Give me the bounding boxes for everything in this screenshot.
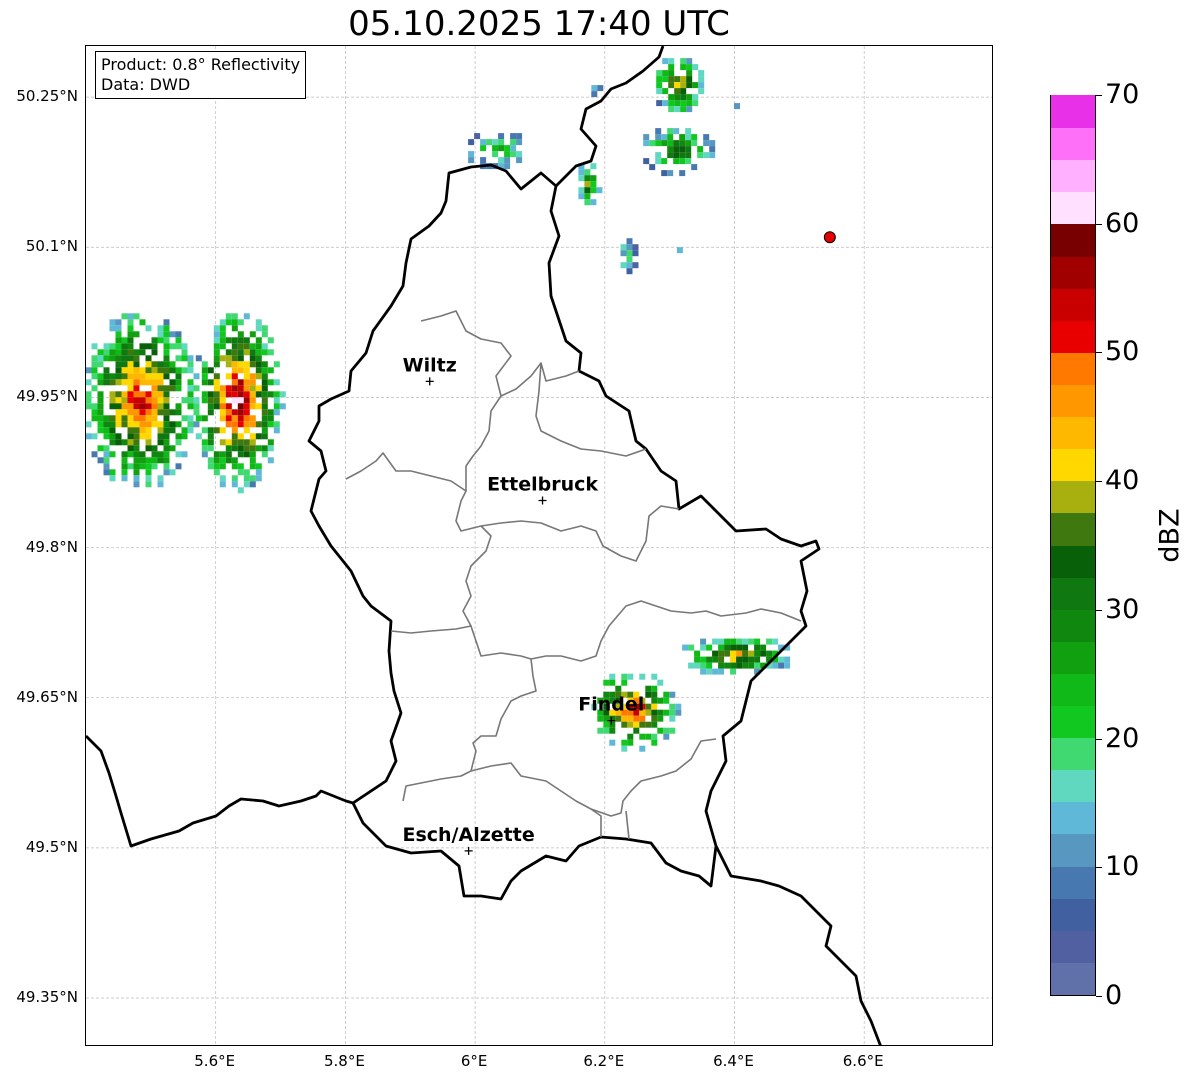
y-tick-label: 49.5°N	[25, 837, 78, 856]
y-tick-label: 50.25°N	[16, 87, 78, 106]
colorbar-tick-label: 50	[1105, 336, 1140, 368]
national-borders	[86, 46, 882, 1045]
colorbar-segment	[1051, 737, 1095, 771]
colorbar-segment	[1051, 255, 1095, 289]
colorbar-tick	[1096, 95, 1102, 96]
colorbar-tick-label: 70	[1105, 79, 1140, 110]
colorbar-segment	[1051, 801, 1095, 835]
city-label: Ettelbruck	[487, 474, 598, 496]
x-tick-label: 6.6°E	[842, 1052, 884, 1070]
echo-cell-4	[656, 58, 705, 113]
colorbar-tick	[1096, 352, 1102, 354]
y-tick-label: 49.8°N	[25, 537, 78, 556]
echo-cell-10	[591, 85, 604, 98]
map-area[interactable]: Wiltz Ettelbruck Findel Esch/Alzette	[85, 45, 993, 1046]
radar-echoes	[86, 58, 791, 752]
colorbar-tick	[1096, 481, 1102, 483]
colorbar-tick-label: 60	[1105, 207, 1140, 239]
city-esch-alzette[interactable]: Esch/Alzette	[402, 824, 535, 855]
colorbar-segment	[1051, 962, 1095, 995]
colorbar-tick	[1096, 996, 1102, 997]
colorbar-segment	[1051, 577, 1095, 610]
x-tick-label: 6.4°E	[713, 1052, 754, 1070]
city-wiltz[interactable]: Wiltz	[403, 354, 457, 386]
colorbar-segment	[1051, 448, 1095, 482]
city-marker-icon	[538, 496, 547, 505]
colorbar-segment	[1051, 833, 1095, 867]
germany-border-north	[555, 46, 665, 187]
colorbar-segment	[1051, 191, 1095, 225]
echo-cell-1	[195, 313, 286, 494]
echo-cell-11	[676, 247, 683, 254]
x-tick-label: 5.8°E	[323, 1052, 365, 1070]
colorbar-segment	[1051, 223, 1095, 257]
colorbar-segment	[1051, 609, 1095, 642]
x-tick-label: 5.6°E	[194, 1052, 236, 1070]
colorbar-segment	[1051, 898, 1095, 931]
colorbar-segment	[1051, 930, 1095, 963]
echo-cell-12	[734, 103, 740, 110]
colorbar-segment	[1051, 416, 1095, 450]
colorbar-segment	[1051, 384, 1095, 418]
x-tick-label: 6°E	[460, 1052, 488, 1070]
colorbar-segment	[1051, 865, 1095, 899]
grid-lines	[86, 46, 992, 1045]
echo-cell-0	[86, 313, 200, 488]
info-box: Product: 0.8° Reflectivity Data: DWD	[95, 51, 307, 99]
colorbar-tick	[1096, 867, 1102, 869]
colorbar-tick-label: 40	[1105, 465, 1140, 497]
colorbar-segment	[1051, 127, 1095, 161]
colorbar-segment	[1051, 673, 1095, 707]
colorbar-segment	[1051, 705, 1095, 739]
city-label: Wiltz	[403, 354, 457, 376]
y-tick-label: 50.1°N	[25, 237, 78, 256]
echo-cell-8	[620, 238, 639, 275]
colorbar-tick	[1096, 738, 1102, 740]
colorbar-tick	[1096, 609, 1102, 611]
y-tick-label: 49.35°N	[16, 988, 78, 1006]
echo-cell-6	[468, 133, 523, 170]
colorbar-tick-label: 10	[1105, 851, 1140, 883]
map-canvas[interactable]: Wiltz Ettelbruck Findel Esch/Alzette	[86, 46, 993, 1046]
colorbar-segment	[1051, 769, 1095, 803]
radar-site-marker[interactable]	[823, 231, 836, 244]
echo-cell-7	[578, 163, 603, 206]
city-marker-icon	[425, 377, 434, 386]
y-tick-label: 49.95°N	[16, 387, 78, 406]
colorbar-label: dBZ	[1154, 508, 1184, 563]
colorbar-segment	[1051, 159, 1095, 193]
colorbar-segment	[1051, 288, 1095, 321]
x-tick-label: 6.2°E	[583, 1052, 625, 1070]
colorbar-segment	[1051, 352, 1095, 385]
canton-borders	[345, 310, 802, 840]
map-title: 05.10.2025 17:40 UTC	[348, 4, 730, 44]
colorbar-segment	[1051, 320, 1095, 353]
colorbar-segment	[1051, 480, 1095, 514]
colorbar-tick-label: 20	[1105, 722, 1140, 754]
colorbar-tick-label: 0	[1105, 980, 1123, 1011]
luxembourg-border	[307, 163, 821, 901]
data-source-text: Data: DWD	[101, 75, 191, 94]
city-ettelbruck[interactable]: Ettelbruck	[487, 474, 598, 505]
city-label: Esch/Alzette	[402, 824, 534, 846]
france-germany-border-south	[714, 845, 882, 1045]
y-tick-label: 49.65°N	[16, 687, 78, 706]
colorbar	[1050, 95, 1096, 996]
echo-cell-5	[643, 128, 716, 177]
colorbar-tick-label: 30	[1105, 593, 1140, 625]
product-text: Product: 0.8° Reflectivity	[101, 55, 301, 74]
colorbar-segment	[1051, 512, 1095, 546]
city-label: Findel	[578, 694, 644, 716]
colorbar-segment	[1051, 95, 1095, 129]
belgium-france-border	[86, 735, 354, 848]
colorbar-segment	[1051, 641, 1095, 674]
colorbar-segment	[1051, 544, 1095, 578]
colorbar-tick	[1096, 223, 1102, 225]
